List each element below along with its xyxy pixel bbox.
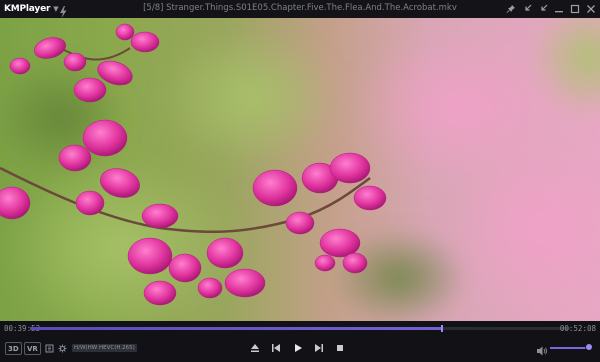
seek-bar[interactable] bbox=[30, 325, 570, 332]
button-row: 3D VR H/W(HW) HEVC(H.265) bbox=[0, 338, 600, 358]
volume-level bbox=[550, 347, 586, 349]
eject-icon[interactable] bbox=[248, 341, 262, 355]
stop-icon[interactable] bbox=[333, 341, 347, 355]
volume-handle[interactable] bbox=[586, 344, 592, 350]
playlist-icon[interactable] bbox=[44, 341, 54, 355]
maximize-icon[interactable] bbox=[569, 3, 581, 15]
video-frame[interactable] bbox=[0, 18, 600, 321]
expand-icon[interactable] bbox=[537, 3, 549, 15]
play-icon[interactable] bbox=[291, 341, 305, 355]
seek-progress bbox=[30, 327, 443, 330]
minimize-icon[interactable] bbox=[553, 3, 565, 15]
vr-button[interactable]: VR bbox=[24, 342, 41, 355]
volume-slider[interactable] bbox=[550, 347, 590, 349]
window-controls bbox=[505, 1, 597, 17]
seek-handle[interactable] bbox=[441, 325, 444, 332]
shrink-icon[interactable] bbox=[521, 3, 533, 15]
3d-button[interactable]: 3D bbox=[5, 342, 22, 355]
speaker-icon[interactable] bbox=[536, 342, 548, 356]
video-image bbox=[0, 18, 600, 321]
next-icon[interactable] bbox=[312, 341, 326, 355]
pin-icon[interactable] bbox=[505, 3, 517, 15]
total-time: 00:52:08 bbox=[559, 324, 596, 333]
codec-badge: HEVC(H.265) bbox=[97, 344, 137, 352]
gear-icon[interactable] bbox=[57, 341, 67, 355]
close-icon[interactable] bbox=[585, 3, 597, 15]
previous-icon[interactable] bbox=[269, 341, 283, 355]
control-panel: 00:39:53 00:52:08 3D VR H/W(HW) HEVC(H.2… bbox=[0, 321, 600, 362]
title-bar: KMPlayer ▼ [5/8] Stranger.Things.S01E05.… bbox=[0, 0, 600, 18]
